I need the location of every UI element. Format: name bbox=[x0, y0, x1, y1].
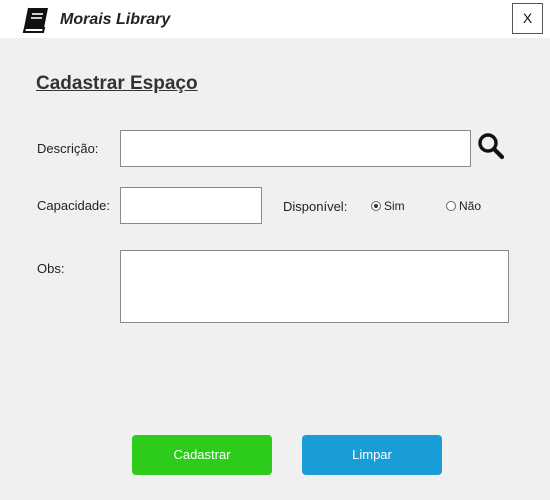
close-button[interactable]: X bbox=[512, 3, 543, 34]
descricao-input[interactable] bbox=[120, 130, 471, 167]
capacidade-input[interactable] bbox=[120, 187, 262, 224]
descricao-label: Descrição: bbox=[37, 141, 99, 156]
book-icon bbox=[22, 7, 48, 33]
radio-nao-indicator[interactable] bbox=[446, 201, 456, 211]
capacidade-label: Capacidade: bbox=[37, 198, 110, 213]
radio-nao-label: Não bbox=[459, 199, 482, 213]
obs-textarea[interactable] bbox=[120, 250, 509, 323]
limpar-button[interactable]: Limpar bbox=[302, 435, 442, 475]
app-title: Morais Library bbox=[60, 11, 171, 28]
obs-label: Obs: bbox=[37, 261, 65, 276]
form-title: Cadastrar Espaço bbox=[36, 73, 198, 94]
title-bar: Morais Library X bbox=[0, 0, 550, 38]
cadastrar-button[interactable]: Cadastrar bbox=[132, 435, 272, 475]
search-icon[interactable] bbox=[477, 132, 505, 160]
disponivel-label: Disponível: bbox=[283, 199, 348, 214]
radio-nao[interactable]: Não bbox=[446, 199, 481, 213]
radio-sim-indicator[interactable] bbox=[371, 201, 381, 211]
radio-sim-label: Sim bbox=[384, 199, 405, 213]
radio-sim[interactable]: Sim bbox=[371, 199, 405, 213]
